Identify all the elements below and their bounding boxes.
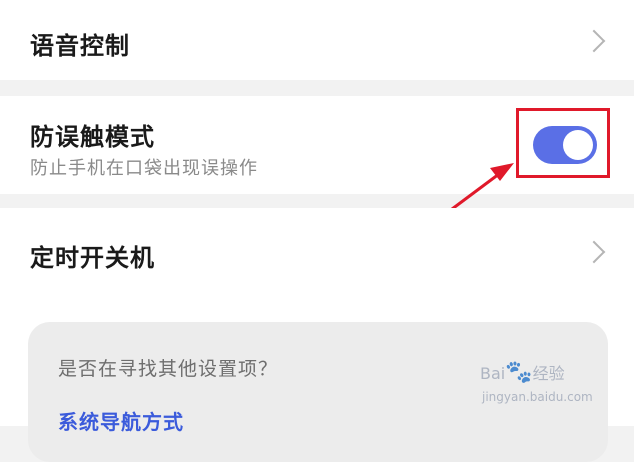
chevron-right-icon — [582, 29, 606, 53]
voice-control-row[interactable]: 语音控制 — [0, 0, 634, 80]
anti-mistouch-subtitle: 防止手机在口袋出现误操作 — [30, 158, 258, 179]
help-question: 是否在寻找其他设置项？ — [58, 358, 279, 380]
scheduled-power-title: 定时开关机 — [30, 244, 155, 272]
baidu-watermark: Bai🐾经验 jingyan.baidu.com — [480, 360, 593, 404]
watermark-suffix: 经验 — [532, 364, 565, 383]
anti-mistouch-title: 防误触模式 — [30, 123, 155, 151]
watermark-brand: Bai — [480, 364, 506, 383]
watermark-url: jingyan.baidu.com — [482, 390, 593, 404]
paw-icon: 🐾 — [505, 360, 533, 385]
system-navigation-link[interactable]: 系统导航方式 — [58, 406, 184, 435]
voice-control-title: 语音控制 — [30, 32, 130, 60]
highlight-box — [516, 108, 610, 178]
chevron-right-icon — [582, 240, 606, 264]
scheduled-power-row[interactable]: 定时开关机 — [0, 208, 634, 298]
